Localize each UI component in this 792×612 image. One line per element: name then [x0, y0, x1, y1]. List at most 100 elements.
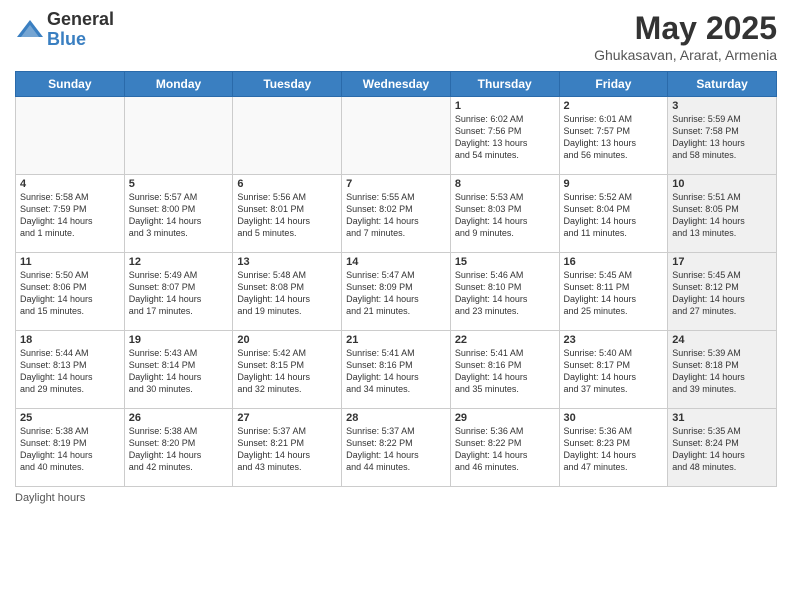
day-info: Sunrise: 5:44 AM Sunset: 8:13 PM Dayligh… [20, 347, 120, 396]
calendar: SundayMondayTuesdayWednesdayThursdayFrid… [15, 71, 777, 487]
week-row-3: 11Sunrise: 5:50 AM Sunset: 8:06 PM Dayli… [16, 253, 777, 331]
day-info: Sunrise: 5:41 AM Sunset: 8:16 PM Dayligh… [455, 347, 555, 396]
calendar-cell: 11Sunrise: 5:50 AM Sunset: 8:06 PM Dayli… [16, 253, 125, 331]
day-header-thursday: Thursday [450, 72, 559, 97]
day-header-friday: Friday [559, 72, 668, 97]
calendar-cell: 22Sunrise: 5:41 AM Sunset: 8:16 PM Dayli… [450, 331, 559, 409]
day-info: Sunrise: 5:41 AM Sunset: 8:16 PM Dayligh… [346, 347, 446, 396]
calendar-cell: 9Sunrise: 5:52 AM Sunset: 8:04 PM Daylig… [559, 175, 668, 253]
calendar-cell: 10Sunrise: 5:51 AM Sunset: 8:05 PM Dayli… [668, 175, 777, 253]
day-number: 12 [129, 256, 229, 268]
day-number: 27 [237, 412, 337, 424]
day-info: Sunrise: 5:37 AM Sunset: 8:21 PM Dayligh… [237, 425, 337, 474]
month-title: May 2025 [594, 10, 777, 47]
day-number: 7 [346, 178, 446, 190]
day-number: 4 [20, 178, 120, 190]
calendar-cell: 21Sunrise: 5:41 AM Sunset: 8:16 PM Dayli… [342, 331, 451, 409]
calendar-cell: 7Sunrise: 5:55 AM Sunset: 8:02 PM Daylig… [342, 175, 451, 253]
day-info: Sunrise: 5:38 AM Sunset: 8:19 PM Dayligh… [20, 425, 120, 474]
day-number: 20 [237, 334, 337, 346]
day-number: 9 [564, 178, 664, 190]
day-number: 22 [455, 334, 555, 346]
day-info: Sunrise: 5:56 AM Sunset: 8:01 PM Dayligh… [237, 191, 337, 240]
day-info: Sunrise: 5:37 AM Sunset: 8:22 PM Dayligh… [346, 425, 446, 474]
day-number: 18 [20, 334, 120, 346]
day-info: Sunrise: 6:01 AM Sunset: 7:57 PM Dayligh… [564, 113, 664, 162]
calendar-cell: 25Sunrise: 5:38 AM Sunset: 8:19 PM Dayli… [16, 409, 125, 487]
calendar-cell: 6Sunrise: 5:56 AM Sunset: 8:01 PM Daylig… [233, 175, 342, 253]
header: General Blue May 2025 Ghukasavan, Ararat… [15, 10, 777, 63]
week-row-1: 1Sunrise: 6:02 AM Sunset: 7:56 PM Daylig… [16, 97, 777, 175]
day-number: 25 [20, 412, 120, 424]
day-header-wednesday: Wednesday [342, 72, 451, 97]
calendar-cell: 19Sunrise: 5:43 AM Sunset: 8:14 PM Dayli… [124, 331, 233, 409]
day-number: 8 [455, 178, 555, 190]
logo-text: General Blue [47, 10, 114, 50]
day-info: Sunrise: 5:42 AM Sunset: 8:15 PM Dayligh… [237, 347, 337, 396]
day-header-tuesday: Tuesday [233, 72, 342, 97]
day-number: 29 [455, 412, 555, 424]
calendar-cell: 5Sunrise: 5:57 AM Sunset: 8:00 PM Daylig… [124, 175, 233, 253]
day-number: 28 [346, 412, 446, 424]
day-info: Sunrise: 6:02 AM Sunset: 7:56 PM Dayligh… [455, 113, 555, 162]
calendar-cell [124, 97, 233, 175]
calendar-cell: 23Sunrise: 5:40 AM Sunset: 8:17 PM Dayli… [559, 331, 668, 409]
calendar-cell: 1Sunrise: 6:02 AM Sunset: 7:56 PM Daylig… [450, 97, 559, 175]
calendar-cell: 17Sunrise: 5:45 AM Sunset: 8:12 PM Dayli… [668, 253, 777, 331]
day-number: 17 [672, 256, 772, 268]
page: General Blue May 2025 Ghukasavan, Ararat… [0, 0, 792, 612]
day-info: Sunrise: 5:36 AM Sunset: 8:22 PM Dayligh… [455, 425, 555, 474]
calendar-cell: 2Sunrise: 6:01 AM Sunset: 7:57 PM Daylig… [559, 97, 668, 175]
calendar-cell [233, 97, 342, 175]
title-block: May 2025 Ghukasavan, Ararat, Armenia [594, 10, 777, 63]
day-number: 6 [237, 178, 337, 190]
calendar-cell: 29Sunrise: 5:36 AM Sunset: 8:22 PM Dayli… [450, 409, 559, 487]
calendar-cell: 4Sunrise: 5:58 AM Sunset: 7:59 PM Daylig… [16, 175, 125, 253]
day-info: Sunrise: 5:38 AM Sunset: 8:20 PM Dayligh… [129, 425, 229, 474]
day-number: 21 [346, 334, 446, 346]
calendar-cell: 27Sunrise: 5:37 AM Sunset: 8:21 PM Dayli… [233, 409, 342, 487]
calendar-cell: 16Sunrise: 5:45 AM Sunset: 8:11 PM Dayli… [559, 253, 668, 331]
day-number: 10 [672, 178, 772, 190]
day-number: 1 [455, 100, 555, 112]
calendar-cell: 28Sunrise: 5:37 AM Sunset: 8:22 PM Dayli… [342, 409, 451, 487]
day-number: 14 [346, 256, 446, 268]
logo-icon [15, 15, 45, 45]
calendar-cell: 24Sunrise: 5:39 AM Sunset: 8:18 PM Dayli… [668, 331, 777, 409]
week-row-5: 25Sunrise: 5:38 AM Sunset: 8:19 PM Dayli… [16, 409, 777, 487]
calendar-cell: 31Sunrise: 5:35 AM Sunset: 8:24 PM Dayli… [668, 409, 777, 487]
day-number: 2 [564, 100, 664, 112]
calendar-cell: 12Sunrise: 5:49 AM Sunset: 8:07 PM Dayli… [124, 253, 233, 331]
footer-note: Daylight hours [15, 492, 777, 504]
day-info: Sunrise: 5:49 AM Sunset: 8:07 PM Dayligh… [129, 269, 229, 318]
day-number: 5 [129, 178, 229, 190]
calendar-cell [16, 97, 125, 175]
week-row-2: 4Sunrise: 5:58 AM Sunset: 7:59 PM Daylig… [16, 175, 777, 253]
day-number: 30 [564, 412, 664, 424]
day-info: Sunrise: 5:40 AM Sunset: 8:17 PM Dayligh… [564, 347, 664, 396]
calendar-cell: 30Sunrise: 5:36 AM Sunset: 8:23 PM Dayli… [559, 409, 668, 487]
day-info: Sunrise: 5:47 AM Sunset: 8:09 PM Dayligh… [346, 269, 446, 318]
calendar-cell: 26Sunrise: 5:38 AM Sunset: 8:20 PM Dayli… [124, 409, 233, 487]
day-info: Sunrise: 5:39 AM Sunset: 8:18 PM Dayligh… [672, 347, 772, 396]
day-number: 3 [672, 100, 772, 112]
day-number: 16 [564, 256, 664, 268]
day-info: Sunrise: 5:55 AM Sunset: 8:02 PM Dayligh… [346, 191, 446, 240]
day-number: 19 [129, 334, 229, 346]
day-info: Sunrise: 5:45 AM Sunset: 8:12 PM Dayligh… [672, 269, 772, 318]
calendar-cell: 8Sunrise: 5:53 AM Sunset: 8:03 PM Daylig… [450, 175, 559, 253]
day-header-monday: Monday [124, 72, 233, 97]
day-number: 31 [672, 412, 772, 424]
logo-general: General [47, 10, 114, 30]
day-info: Sunrise: 5:36 AM Sunset: 8:23 PM Dayligh… [564, 425, 664, 474]
day-info: Sunrise: 5:48 AM Sunset: 8:08 PM Dayligh… [237, 269, 337, 318]
day-number: 24 [672, 334, 772, 346]
day-info: Sunrise: 5:46 AM Sunset: 8:10 PM Dayligh… [455, 269, 555, 318]
calendar-cell: 20Sunrise: 5:42 AM Sunset: 8:15 PM Dayli… [233, 331, 342, 409]
day-info: Sunrise: 5:59 AM Sunset: 7:58 PM Dayligh… [672, 113, 772, 162]
subtitle: Ghukasavan, Ararat, Armenia [594, 47, 777, 63]
day-info: Sunrise: 5:45 AM Sunset: 8:11 PM Dayligh… [564, 269, 664, 318]
calendar-cell: 15Sunrise: 5:46 AM Sunset: 8:10 PM Dayli… [450, 253, 559, 331]
day-number: 15 [455, 256, 555, 268]
day-info: Sunrise: 5:51 AM Sunset: 8:05 PM Dayligh… [672, 191, 772, 240]
